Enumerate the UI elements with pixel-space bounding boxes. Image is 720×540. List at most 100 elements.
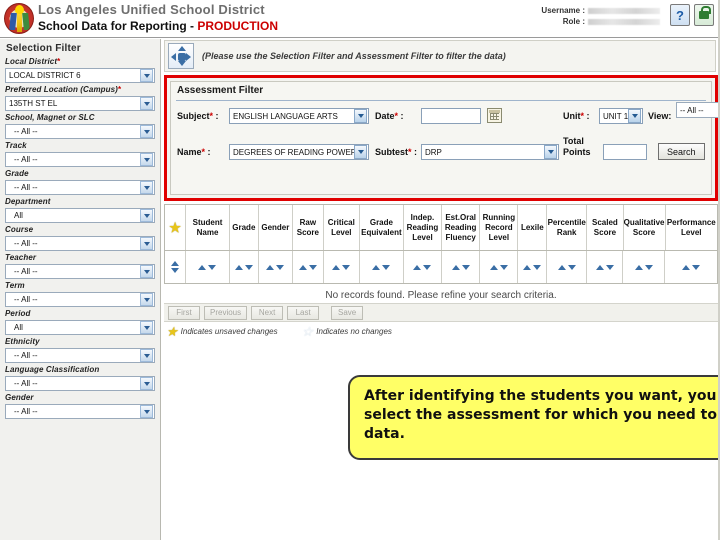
sort-desc-icon[interactable] <box>605 264 614 270</box>
sort-control-12[interactable] <box>623 251 666 283</box>
sort-desc-icon[interactable] <box>644 264 653 270</box>
four-way-arrow-icon[interactable] <box>168 43 194 69</box>
lock-icon[interactable] <box>694 4 714 26</box>
view-select[interactable]: -- All -- <box>676 102 720 118</box>
sort-asc-icon[interactable] <box>266 264 275 270</box>
sort-desc-icon[interactable] <box>208 264 217 270</box>
column-header-6[interactable]: Indep. Reading Level <box>404 205 443 250</box>
sidebar-select-7[interactable]: -- All -- <box>5 264 155 279</box>
sort-control-7[interactable] <box>442 251 481 283</box>
sort-control-9[interactable] <box>518 251 548 283</box>
pager-button-first[interactable]: First <box>168 305 200 320</box>
sidebar-select-2[interactable]: -- All -- <box>5 124 155 139</box>
subject-select[interactable]: ENGLISH LANGUAGE ARTS <box>229 108 369 124</box>
sort-desc-icon[interactable] <box>308 264 317 270</box>
sort-control-0[interactable] <box>186 251 230 283</box>
sort-asc-icon[interactable] <box>595 264 604 270</box>
sort-control-6[interactable] <box>404 251 442 283</box>
sort-control-4[interactable] <box>324 251 360 283</box>
sidebar-select-1[interactable]: 135TH ST EL <box>5 96 155 111</box>
sort-asc-icon[interactable] <box>298 264 307 270</box>
subject-label: Subject* : <box>177 111 219 121</box>
sort-asc-icon[interactable] <box>332 264 341 270</box>
sort-control-3[interactable] <box>293 251 324 283</box>
sidebar-select-6[interactable]: -- All -- <box>5 236 155 251</box>
sort-control-5[interactable] <box>360 251 404 283</box>
pager-button-last[interactable]: Last <box>287 305 320 320</box>
search-button[interactable]: Search <box>658 143 705 160</box>
sort-asc-icon[interactable] <box>171 261 180 266</box>
name-select[interactable]: DEGREES OF READING POWER <box>229 144 369 160</box>
column-header-13[interactable]: Performance Level <box>666 205 717 250</box>
select-all-star-header[interactable]: ★ <box>165 205 187 250</box>
sort-control-star[interactable] <box>165 251 187 283</box>
sort-desc-icon[interactable] <box>533 264 542 270</box>
sort-asc-icon[interactable] <box>682 264 691 270</box>
column-header-5[interactable]: Grade Equivalent <box>360 205 404 250</box>
pager-button-previous[interactable]: Previous <box>204 305 248 320</box>
chevron-down-icon <box>140 125 153 138</box>
star-outline-icon: ☆ <box>301 323 314 339</box>
column-header-4[interactable]: Critical Level <box>324 205 360 250</box>
column-header-2[interactable]: Gender <box>259 205 294 250</box>
sidebar-select-4[interactable]: -- All -- <box>5 180 155 195</box>
sort-control-8[interactable] <box>480 251 519 283</box>
sidebar-select-8[interactable]: -- All -- <box>5 292 155 307</box>
sort-desc-icon[interactable] <box>276 264 285 270</box>
pager-button-save[interactable]: Save <box>331 305 364 320</box>
sort-asc-icon[interactable] <box>234 264 243 270</box>
column-header-8[interactable]: Running Record Level <box>480 205 519 250</box>
sort-control-11[interactable] <box>587 251 624 283</box>
column-header-9[interactable]: Lexile <box>518 205 548 250</box>
sort-control-2[interactable] <box>259 251 293 283</box>
sort-asc-icon[interactable] <box>198 264 207 270</box>
sort-desc-icon[interactable] <box>461 264 470 270</box>
sort-asc-icon[interactable] <box>413 264 422 270</box>
column-header-0[interactable]: Student Name <box>186 205 230 250</box>
sort-desc-icon[interactable] <box>692 264 701 270</box>
column-header-12[interactable]: Qualitative Score <box>624 205 666 250</box>
sort-asc-icon[interactable] <box>451 264 460 270</box>
pager-button-next[interactable]: Next <box>251 305 284 320</box>
sidebar-filter-label: Local District* <box>5 57 61 66</box>
total-points-input[interactable] <box>603 144 647 160</box>
column-header-11[interactable]: Scaled Score <box>587 205 624 250</box>
sort-asc-icon[interactable] <box>634 264 643 270</box>
sort-desc-icon[interactable] <box>567 264 576 270</box>
sidebar-select-value: -- All -- <box>14 127 38 136</box>
date-input[interactable] <box>421 108 481 124</box>
date-required-marker: * <box>394 111 399 121</box>
column-header-3[interactable]: Raw Score <box>293 205 324 250</box>
sort-asc-icon[interactable] <box>523 264 532 270</box>
subtest-select[interactable]: DRP <box>421 144 559 160</box>
sort-desc-icon[interactable] <box>171 268 180 273</box>
sidebar-select-11[interactable]: -- All -- <box>5 376 155 391</box>
sidebar-select-0[interactable]: LOCAL DISTRICT 6 <box>5 68 155 83</box>
sort-desc-icon[interactable] <box>382 264 391 270</box>
sidebar-select-10[interactable]: -- All -- <box>5 348 155 363</box>
chevron-down-icon <box>140 293 153 306</box>
column-header-10[interactable]: Percentile Rank <box>547 205 588 250</box>
sidebar-select-5[interactable]: All <box>5 208 155 223</box>
sidebar-title: Selection Filter <box>6 43 81 54</box>
calendar-icon[interactable] <box>487 108 502 123</box>
sort-desc-icon[interactable] <box>499 264 508 270</box>
sidebar-select-3[interactable]: -- All -- <box>5 152 155 167</box>
sidebar-select-12[interactable]: -- All -- <box>5 404 155 419</box>
unit-select[interactable]: UNIT 1 <box>599 108 643 124</box>
sort-control-13[interactable] <box>665 251 717 283</box>
sort-desc-icon[interactable] <box>342 264 351 270</box>
sort-control-10[interactable] <box>547 251 588 283</box>
sort-control-1[interactable] <box>230 251 259 283</box>
sort-asc-icon[interactable] <box>372 264 381 270</box>
sidebar-select-9[interactable]: All <box>5 320 155 335</box>
date-label: Date* : <box>375 111 404 121</box>
sort-desc-icon[interactable] <box>423 264 432 270</box>
sort-desc-icon[interactable] <box>244 264 253 270</box>
pager-toolbar: First Previous Next Last Save <box>164 303 718 322</box>
sort-asc-icon[interactable] <box>557 264 566 270</box>
column-header-7[interactable]: Est.Oral Reading Fluency <box>442 205 481 250</box>
sort-asc-icon[interactable] <box>489 264 498 270</box>
help-icon[interactable]: ? <box>670 4 690 26</box>
column-header-1[interactable]: Grade <box>230 205 259 250</box>
